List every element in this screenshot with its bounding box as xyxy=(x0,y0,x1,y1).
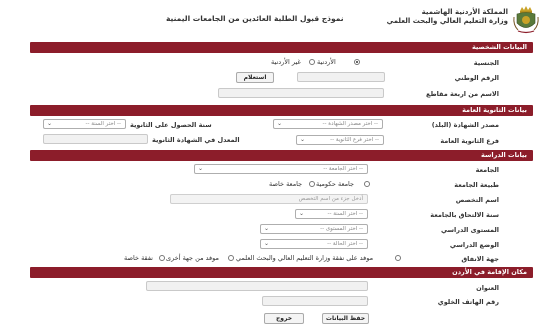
major-label: اسم التخصص xyxy=(455,196,499,204)
average-field[interactable] xyxy=(43,134,148,144)
branch-select[interactable]: ⌄ -- اختر فرع الثانوية -- xyxy=(296,135,384,145)
university-select[interactable]: ⌄ -- اختر الجامعة -- xyxy=(194,164,368,174)
section-secondary: بيانات الثانوية العامة xyxy=(30,105,533,116)
national-id-label: الرقم الوطني xyxy=(454,74,499,82)
fullname-field[interactable] xyxy=(218,88,384,98)
coat-of-arms-icon xyxy=(513,6,539,34)
chevron-down-icon: ⌄ xyxy=(299,210,305,217)
funding-other-radio[interactable] xyxy=(228,255,234,261)
funding-ministry-radio[interactable] xyxy=(395,255,401,261)
nationality-jordanian-radio[interactable] xyxy=(354,59,360,65)
year-label: سنة الحصول على الثانوية xyxy=(130,121,212,129)
average-label: المعدل في الشهادة الثانوية xyxy=(152,136,240,144)
address-label: العنوان xyxy=(476,284,499,292)
org-line2: وزارة التعليم العالي والبحث العلمي xyxy=(386,17,508,25)
major-field[interactable]: أدخل جزء من اسم التخصص xyxy=(170,194,368,204)
exit-button[interactable]: خروج xyxy=(264,313,304,324)
level-placeholder: -- اختر المستوى -- xyxy=(320,226,363,232)
cert-source-select[interactable]: ⌄ -- اختر مصدر الشهادة -- xyxy=(273,119,383,129)
university-label: الجامعة xyxy=(475,166,499,174)
chevron-down-icon: ⌄ xyxy=(300,136,306,143)
univ-type-label: طبيعة الجامعة xyxy=(454,181,499,189)
chevron-down-icon: ⌄ xyxy=(277,120,283,127)
national-id-field[interactable] xyxy=(297,72,385,82)
chevron-down-icon: ⌄ xyxy=(264,225,270,232)
funding-label: جهة الانفاق xyxy=(461,255,499,263)
funding-other-label: موفد من جهة أخرى xyxy=(166,254,219,262)
section-residence: مكان الإقامة في الأردن xyxy=(30,267,533,278)
enroll-year-select[interactable]: ⌄ -- اختر السنة -- xyxy=(295,209,368,219)
header: المملكة الأردنية الهاشمية وزارة التعليم … xyxy=(0,0,550,38)
chevron-down-icon: ⌄ xyxy=(264,240,270,247)
nationality-label: الجنسية xyxy=(473,59,499,67)
fullname-label: الاسم من اربعة مقاطع xyxy=(426,90,499,98)
funding-private-label: نفقة خاصة xyxy=(124,254,153,262)
org-line1: المملكة الأردنية الهاشمية xyxy=(421,8,508,16)
univ-type-private-label: جامعة خاصة xyxy=(269,180,303,188)
level-select[interactable]: ⌄ -- اختر المستوى -- xyxy=(260,224,368,234)
univ-type-private-radio[interactable] xyxy=(309,181,315,187)
nationality-nonjordanian-radio[interactable] xyxy=(309,59,315,65)
cert-source-label: مصدر الشهادة (البلد) xyxy=(431,121,499,129)
year-placeholder: -- اختر السنة -- xyxy=(85,121,121,127)
branch-placeholder: -- اختر فرع الثانوية -- xyxy=(330,137,379,143)
level-label: المستوى الدراسي xyxy=(441,226,499,234)
chevron-down-icon: ⌄ xyxy=(198,165,204,172)
year-select[interactable]: ⌄ -- اختر السنة -- xyxy=(43,119,126,129)
enroll-year-label: سنة الالتحاق بالجامعة xyxy=(430,211,499,219)
page-title: نموذج قبول الطلبة العائدين من الجامعات ا… xyxy=(166,14,344,23)
status-select[interactable]: ⌄ -- اختر الحالة -- xyxy=(260,239,368,249)
chevron-down-icon: ⌄ xyxy=(47,120,53,127)
address-field[interactable] xyxy=(146,281,368,291)
enroll-year-placeholder: -- اختر السنة -- xyxy=(327,211,363,217)
univ-type-government-radio[interactable] xyxy=(364,181,370,187)
univ-type-government-label: جامعة حكومية xyxy=(316,180,355,188)
nationality-jordanian-label: الأردنية xyxy=(317,58,336,66)
mobile-field[interactable] xyxy=(262,296,368,306)
funding-private-radio[interactable] xyxy=(159,255,165,261)
branch-label: فرع الثانوية العامة xyxy=(440,137,499,145)
status-label: الوضع الدراسي xyxy=(449,241,499,249)
cert-source-placeholder: -- اختر مصدر الشهادة -- xyxy=(322,121,378,127)
section-study: بيانات الدراسة xyxy=(30,150,533,161)
major-placeholder: أدخل جزء من اسم التخصص xyxy=(298,196,363,202)
status-placeholder: -- اختر الحالة -- xyxy=(327,241,363,247)
section-personal: البيانات الشخصية xyxy=(30,42,533,53)
university-placeholder: -- اختر الجامعة -- xyxy=(323,166,363,172)
save-button[interactable]: حفظ البيانات xyxy=(322,313,369,324)
mobile-label: رقم الهاتف الخلوي xyxy=(437,298,499,306)
query-button[interactable]: استعلام xyxy=(236,72,274,83)
funding-ministry-label: موفد على نفقة وزارة التعليم العالي والبح… xyxy=(236,254,374,262)
nationality-nonjordanian-label: غير الأردنية xyxy=(271,58,301,66)
